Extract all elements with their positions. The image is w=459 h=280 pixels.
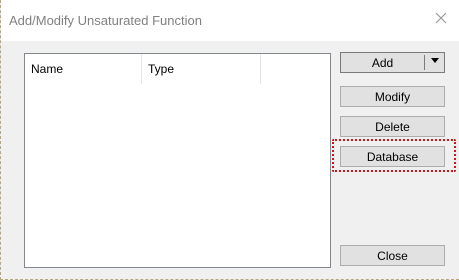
add-button-label[interactable]: Add: [341, 56, 424, 70]
database-button[interactable]: Database: [340, 146, 445, 167]
close-icon[interactable]: [432, 9, 450, 27]
split-divider: [424, 55, 425, 70]
title-bar: Add/Modify Unsaturated Function: [1, 0, 459, 41]
delete-button[interactable]: Delete: [340, 116, 445, 137]
function-list[interactable]: Name Type: [24, 53, 331, 268]
column-header-type[interactable]: Type: [142, 54, 260, 84]
window-title: Add/Modify Unsaturated Function: [9, 13, 202, 28]
modify-button[interactable]: Modify: [340, 86, 445, 107]
column-divider[interactable]: [260, 54, 261, 84]
add-split-button[interactable]: Add: [340, 52, 445, 73]
dialog-window: Add/Modify Unsaturated Function Name Typ…: [0, 0, 459, 280]
close-button[interactable]: Close: [340, 245, 445, 266]
dropdown-arrow-icon[interactable]: [431, 58, 439, 63]
column-header-name[interactable]: Name: [25, 54, 140, 84]
